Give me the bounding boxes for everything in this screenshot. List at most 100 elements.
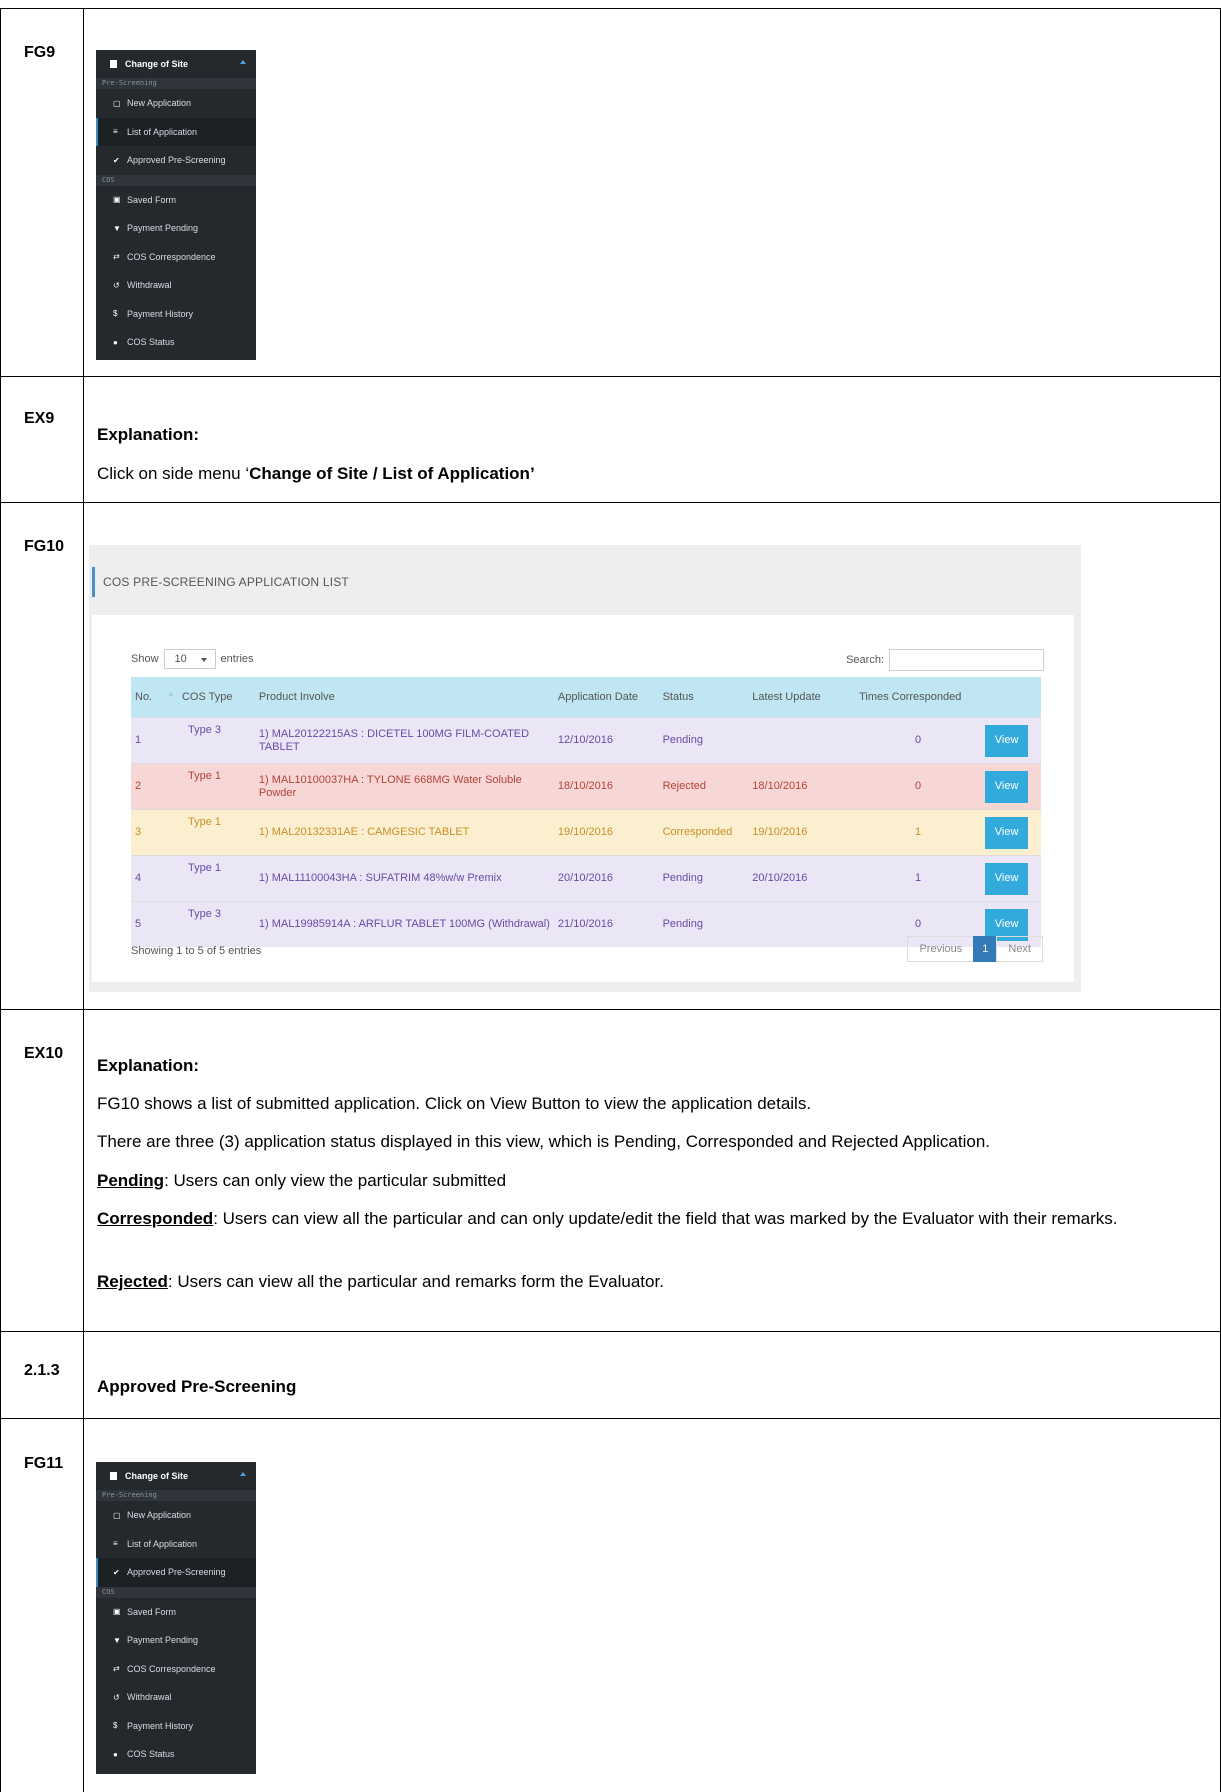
save-icon: ▣ xyxy=(113,1607,121,1617)
view-button[interactable]: View xyxy=(985,816,1029,849)
sidebar-section-prescreening: Pre-Screening xyxy=(96,78,256,89)
sidebar-section-cos: COS xyxy=(96,1586,256,1598)
dollar-icon: $ xyxy=(113,309,118,319)
row-status: Pending xyxy=(658,717,749,764)
entries-label: entries xyxy=(220,653,254,665)
previous-button[interactable]: Previous xyxy=(907,936,975,962)
sidebar-item-cos-status[interactable]: ● COS Status xyxy=(96,1740,256,1769)
sidebar-item-label: New Application xyxy=(127,1510,192,1521)
sidebar-item-payment-history[interactable]: $ Payment History xyxy=(96,1712,256,1741)
row-cos-type: Type 1 xyxy=(177,855,255,902)
table-row: 4 Type 1 1) MAL11100043HA : SUFATRIM 48%w/… xyxy=(131,855,1041,902)
column-header-times-corresponded[interactable]: Times Corresponded xyxy=(855,677,982,718)
sidebar-item-list-of-application[interactable]: ≡ List of Application xyxy=(96,1530,256,1559)
sidebar-item-label: COS Correspondence xyxy=(127,251,216,262)
row-status: Rejected xyxy=(658,763,749,810)
panel-title: COS PRE-SCREENING APPLICATION LIST xyxy=(103,575,349,589)
row-status: Corresponded xyxy=(658,809,749,856)
row-divider xyxy=(0,376,1221,377)
sidebar-item-saved-form[interactable]: ▣ Saved Form xyxy=(96,186,256,215)
next-button[interactable]: Next xyxy=(996,936,1043,962)
sidebar-item-list-of-application[interactable]: ≡ List of Application xyxy=(96,117,256,146)
view-button[interactable]: View xyxy=(985,862,1029,895)
sidebar-item-label: COS Correspondence xyxy=(127,1663,216,1674)
ex10-heading: Explanation: xyxy=(97,1056,200,1075)
list-icon: ≡ xyxy=(113,127,118,137)
row-action: View xyxy=(981,809,1041,856)
sidebar-item-cos-correspondence[interactable]: ⇄ COS Correspondence xyxy=(96,243,256,272)
sidebar-item-new-application[interactable]: ▢ New Application xyxy=(96,89,256,118)
table-header-row: ▲ No. COS Type Product Involve Applicatio… xyxy=(131,677,1041,718)
row-application-date: 20/10/2016 xyxy=(553,855,659,902)
book-icon xyxy=(110,1472,117,1480)
save-icon: ▣ xyxy=(113,195,121,205)
sidebar-item-approved-pre-screening[interactable]: ✔ Approved Pre-Screening xyxy=(96,1558,256,1587)
entries-select[interactable]: 10 xyxy=(163,649,216,669)
ex10-paragraph-2: There are three (3) application status d… xyxy=(97,1132,991,1151)
row-times-corresponded: 0 xyxy=(855,763,982,810)
search-control: Search: xyxy=(846,649,1044,671)
sidebar-header[interactable]: Change of Site xyxy=(96,50,256,78)
row-latest-update: 19/10/2016 xyxy=(748,809,856,856)
application-list-panel: COS PRE-SCREENING APPLICATION LIST Show … xyxy=(89,545,1081,992)
row-latest-update xyxy=(748,717,856,764)
sidebar-item-payment-pending[interactable]: ▼ Payment Pending xyxy=(96,1626,256,1655)
sidebar-item-label: Approved Pre-Screening xyxy=(127,1567,226,1578)
ex10-rejected-definition: Rejected: Users can view all the particu… xyxy=(97,1272,664,1291)
row-label-ex10: EX10 xyxy=(24,1045,64,1062)
sidebar-item-withdrawal[interactable]: ↺ Withdrawal xyxy=(96,1683,256,1712)
sidebar-item-withdrawal[interactable]: ↺ Withdrawal xyxy=(96,271,256,300)
search-label: Search: xyxy=(846,654,884,666)
exchange-icon: ⇄ xyxy=(113,252,120,262)
row-divider xyxy=(0,1009,1221,1010)
datatable-card: Show 10 entries Search: ▲ No. COS Type Pr… xyxy=(92,615,1074,982)
row-divider xyxy=(0,8,1221,9)
search-input[interactable] xyxy=(889,649,1044,671)
sidebar-item-payment-pending[interactable]: ▼ Payment Pending xyxy=(96,214,256,243)
info-icon: ● xyxy=(113,1749,118,1759)
row-number: 5 xyxy=(131,901,178,947)
sidebar-item-saved-form[interactable]: ▣ Saved Form xyxy=(96,1598,256,1627)
sidebar-item-approved-pre-screening[interactable]: ✔ Approved Pre-Screening xyxy=(96,146,256,175)
row-latest-update: 18/10/2016 xyxy=(748,763,856,810)
column-header-no[interactable]: ▲ No. xyxy=(131,677,178,718)
row-number: 4 xyxy=(131,855,178,902)
column-header-latest-update[interactable]: Latest Update xyxy=(748,677,856,718)
sidebar-item-cos-correspondence[interactable]: ⇄ COS Correspondence xyxy=(96,1655,256,1684)
sidebar-item-label: Saved Form xyxy=(127,1606,177,1617)
check-icon: ✔ xyxy=(113,1567,120,1577)
panel-accent-bar xyxy=(92,567,95,597)
sidebar-item-cos-status[interactable]: ● COS Status xyxy=(96,328,256,357)
sidebar-menu-fg9: Change of Site Pre-Screening ▢ New Applic… xyxy=(96,50,256,360)
row-label-2-1-3: 2.1.3 xyxy=(24,1362,60,1379)
row-application-date: 19/10/2016 xyxy=(553,809,659,856)
sidebar-item-payment-history[interactable]: $ Payment History xyxy=(96,300,256,329)
dollar-icon: $ xyxy=(113,1721,118,1731)
view-button[interactable]: View xyxy=(985,724,1029,757)
row-divider xyxy=(0,1331,1221,1332)
column-header-cos-type[interactable]: COS Type xyxy=(177,677,255,718)
row-product: 1) MAL20132331AE : CAMGESIC TABLET xyxy=(254,809,554,856)
sidebar-item-label: Payment Pending xyxy=(127,1635,199,1646)
show-label: Show xyxy=(131,653,159,665)
sidebar-header[interactable]: Change of Site xyxy=(96,1462,256,1490)
row-latest-update: 20/10/2016 xyxy=(748,855,856,902)
page-1-button[interactable]: 1 xyxy=(973,936,998,962)
row-number: 1 xyxy=(131,717,178,764)
column-header-application-date[interactable]: Application Date xyxy=(553,677,659,718)
ex10-pending-definition: Pending: Users can only view the particu… xyxy=(97,1171,507,1190)
sidebar-item-new-application[interactable]: ▢ New Application xyxy=(96,1501,256,1530)
column-header-product[interactable]: Product Involve xyxy=(254,677,554,718)
column-header-status[interactable]: Status xyxy=(658,677,749,718)
length-control: Show 10 entries xyxy=(131,649,254,669)
row-divider xyxy=(0,502,1221,503)
sidebar-item-label: COS Status xyxy=(127,1749,175,1760)
sidebar-item-label: Payment History xyxy=(127,308,194,319)
sidebar-title: Change of Site xyxy=(125,59,189,69)
caret-up-icon xyxy=(240,60,246,64)
sidebar-section-prescreening: Pre-Screening xyxy=(96,1490,256,1501)
table-column-divider xyxy=(83,8,84,1792)
list-icon: ≡ xyxy=(113,1539,118,1549)
view-button[interactable]: View xyxy=(985,770,1029,803)
ex9-heading: Explanation: xyxy=(97,425,200,444)
